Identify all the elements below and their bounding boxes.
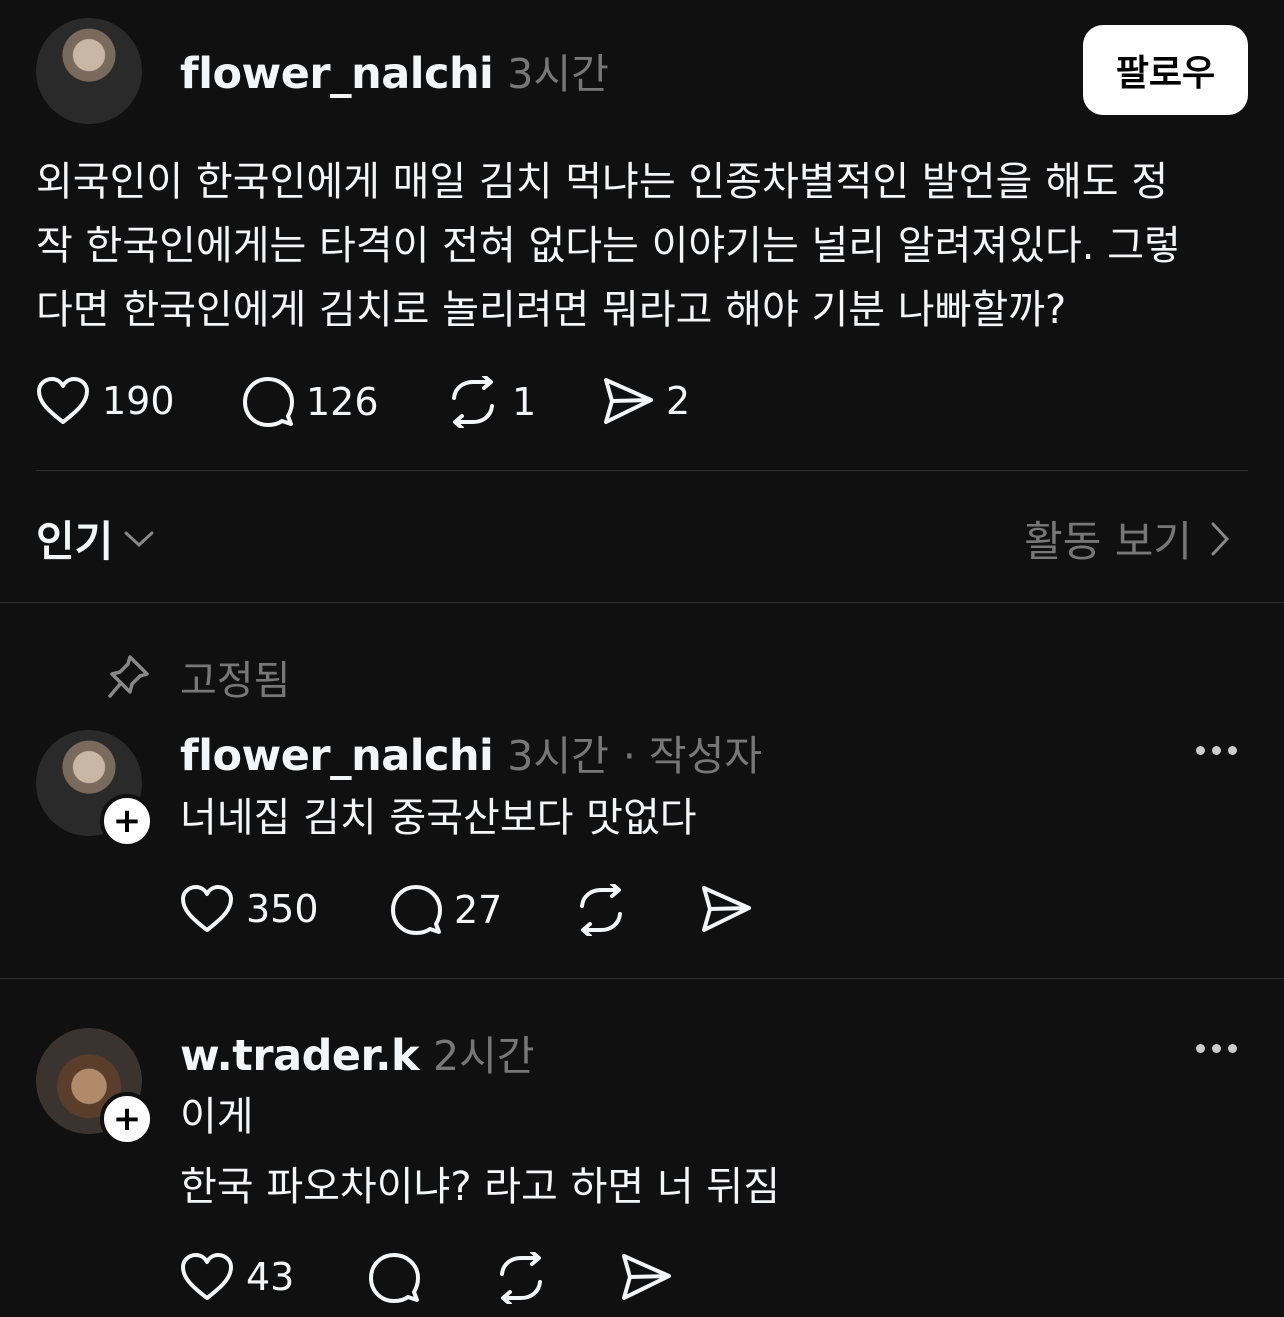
post-time: 3시간: [507, 50, 609, 98]
pin-icon: [108, 655, 149, 698]
comment-text: 너네집 김치 중국산보다 맛없다: [180, 786, 697, 850]
comment-time: 3시간: [507, 732, 609, 780]
comment-author-name[interactable]: flower_nalchi: [180, 731, 494, 781]
like-count: 190: [102, 379, 175, 423]
like-count: 350: [246, 887, 319, 931]
heart-icon: [37, 377, 89, 424]
follow-plus-button[interactable]: +: [100, 1092, 154, 1146]
post-text-line: 다면 한국인에게 김치로 놀리려면 뭐라고 해야 기분 나빠할까?: [36, 287, 1067, 333]
activity-label: 활동 보기: [1024, 517, 1192, 566]
repost-button[interactable]: [494, 1252, 548, 1304]
heart-icon: [181, 885, 233, 932]
post-text-line: 작 한국인에게는 타격이 전혀 없다는 이야기는 널리 알려져있다. 그렇: [36, 223, 1181, 269]
comment-text-line: 이게: [180, 1094, 254, 1140]
repost-button[interactable]: [574, 884, 628, 936]
more-icon: [1228, 746, 1237, 755]
more-icon: [1212, 746, 1221, 755]
more-icon: [1196, 1044, 1205, 1053]
more-icon: [1196, 746, 1205, 755]
more-button[interactable]: [1196, 1044, 1237, 1053]
comment-divider: [0, 978, 1284, 979]
like-button[interactable]: 43: [180, 1252, 294, 1302]
comment-time: 2시간: [433, 1032, 535, 1080]
send-icon: [702, 886, 751, 932]
chevron-down-icon: [124, 531, 154, 547]
repost-icon: [580, 884, 622, 936]
follow-button[interactable]: 팔로우: [1083, 25, 1248, 115]
speech-bubble-icon: [369, 1253, 420, 1303]
share-button[interactable]: 2: [602, 376, 690, 426]
send-icon: [604, 378, 653, 424]
share-button[interactable]: [700, 884, 752, 934]
follow-plus-button[interactable]: +: [100, 794, 154, 848]
heart-icon: [181, 1253, 233, 1300]
comment-text-line: 한국 파오차이냐? 라고 하면 너 뒤짐: [180, 1164, 781, 1210]
more-icon: [1228, 1044, 1237, 1053]
post-text-line: 외국인이 한국인에게 매일 김치 먹냐는 인종차별적인 발언을 해도 정: [36, 159, 1169, 205]
pinned-label: 고정됨: [180, 658, 291, 704]
sort-divider: [0, 602, 1284, 603]
reply-count: 126: [306, 380, 379, 424]
like-button[interactable]: 190: [36, 376, 175, 426]
reply-button[interactable]: 126: [242, 376, 379, 428]
more-button[interactable]: [1196, 746, 1237, 755]
post-author-name[interactable]: flower_nalchi: [180, 49, 494, 99]
post-divider: [36, 470, 1248, 471]
comment-author-name[interactable]: w.trader.k: [180, 1031, 420, 1081]
author-avatar[interactable]: [36, 18, 142, 124]
repost-icon: [452, 376, 494, 428]
repost-icon: [500, 1252, 542, 1304]
sort-dropdown[interactable]: 인기: [36, 508, 155, 569]
like-count: 43: [246, 1255, 295, 1299]
repost-button[interactable]: 1: [446, 376, 536, 428]
reply-button[interactable]: 27: [390, 884, 502, 936]
comment-text: 이게 한국 파오차이냐? 라고 하면 너 뒤짐: [180, 1082, 780, 1222]
reply-count: 27: [454, 888, 503, 932]
comment-text-line: 너네집 김치 중국산보다 맛없다: [180, 795, 697, 841]
author-tag: · 작성자: [622, 732, 763, 780]
like-button[interactable]: 350: [180, 884, 319, 934]
share-count: 2: [666, 379, 691, 423]
speech-bubble-icon: [243, 377, 294, 427]
pinned-indicator: 고정됨: [106, 648, 290, 706]
speech-bubble-icon: [391, 885, 442, 935]
post-text: 외국인이 한국인에게 매일 김치 먹냐는 인종차별적인 발언을 해도 정 작 한…: [36, 150, 1248, 342]
share-button[interactable]: [620, 1252, 672, 1302]
repost-count: 1: [512, 380, 537, 424]
activity-link[interactable]: 활동 보기: [1024, 508, 1230, 569]
send-icon: [622, 1254, 671, 1300]
reply-button[interactable]: [368, 1252, 420, 1304]
chevron-right-icon: [1211, 522, 1230, 555]
more-icon: [1212, 1044, 1221, 1053]
sort-label: 인기: [36, 517, 114, 566]
